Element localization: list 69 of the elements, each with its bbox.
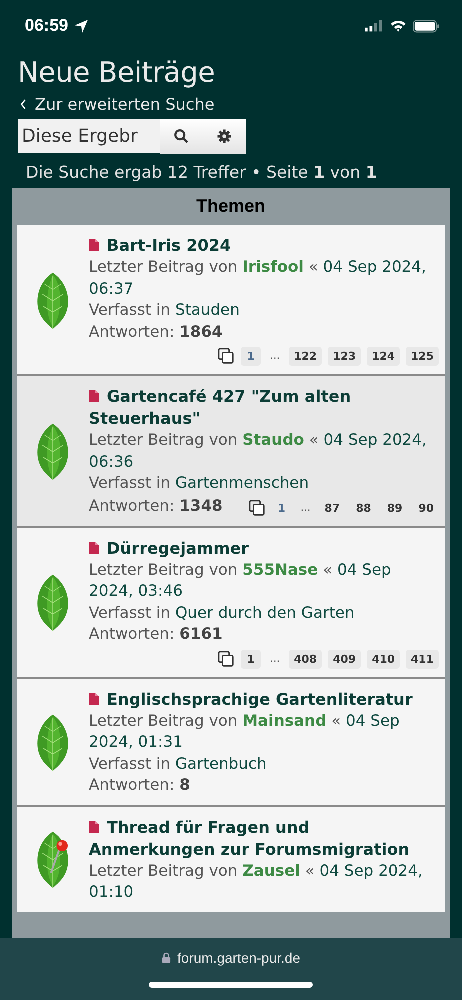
forum-link[interactable]: Stauden bbox=[175, 301, 240, 319]
last-post-info: Letzter Beitrag von 555Nase « 04 Sep 2024, 03:46 bbox=[89, 560, 392, 602]
forum-info: Verfasst in Gartenmenschen bbox=[89, 473, 310, 494]
page-link[interactable]: 409 bbox=[328, 650, 362, 668]
page-link[interactable]: 410 bbox=[367, 650, 400, 668]
battery-icon bbox=[413, 20, 440, 32]
author-link[interactable]: Irisfool bbox=[242, 258, 304, 276]
url-field[interactable]: forum.garten-pur.de bbox=[162, 950, 300, 966]
pages-icon bbox=[218, 348, 236, 365]
pages-icon bbox=[218, 650, 236, 668]
topic-title-link[interactable]: Gartencafé 427 "Zum alten Steuerhaus" bbox=[89, 386, 439, 430]
search-button[interactable] bbox=[160, 119, 203, 154]
last-post-info: Letzter Beitrag von Zausel « 04 Sep 2024, 01:10 bbox=[89, 860, 424, 903]
document-icon bbox=[89, 390, 99, 402]
document-icon bbox=[89, 820, 99, 832]
document-icon bbox=[89, 239, 99, 251]
reply-count: Antworten: 6161 bbox=[89, 624, 223, 645]
author-link[interactable]: 555Nase bbox=[242, 560, 318, 578]
search-field[interactable]: Diese Ergebr bbox=[18, 119, 160, 153]
forum-link[interactable]: Gartenbuch bbox=[175, 754, 267, 772]
page-link[interactable]: 411 bbox=[406, 650, 439, 668]
settings-button[interactable] bbox=[203, 119, 246, 154]
page-link[interactable]: 125 bbox=[406, 347, 439, 366]
page-ellipsis: … bbox=[269, 654, 282, 664]
results-summary: Die Suche ergab 12 Treffer • Seite 1 von 1 bbox=[26, 163, 378, 182]
topic-row[interactable]: Gartencafé 427 "Zum alten Steuerhaus" Letzter Beitrag von Staudo « 04 Sep 2024, 06:36 Verfasst in Gartenmenschen Antworten: 1348 1 … 87 88 89 90 bbox=[17, 374, 445, 526]
forum-info: Verfasst in Gartenbuch bbox=[89, 754, 268, 774]
wifi-icon bbox=[390, 20, 407, 32]
chevron-left-icon bbox=[20, 99, 27, 110]
page-link[interactable]: 408 bbox=[289, 650, 322, 668]
topic-row[interactable]: Thread für Fragen und Anmerkungen zur Forumsmigration Letzter Beitrag von Zausel « 04 Sep 2024, 01:10 bbox=[17, 804, 445, 912]
forum-link[interactable]: Gartenmenschen bbox=[175, 474, 310, 492]
document-icon bbox=[89, 542, 99, 554]
location-arrow-icon bbox=[74, 18, 90, 34]
last-post-info: Letzter Beitrag von Staudo « 04 Sep 2024, 06:36 bbox=[89, 430, 428, 472]
page-ellipsis: … bbox=[269, 351, 282, 362]
lock-icon bbox=[162, 952, 171, 964]
author-link[interactable]: Zausel bbox=[242, 862, 300, 880]
document-icon bbox=[89, 692, 99, 704]
search-icon bbox=[174, 129, 189, 144]
signal-icon bbox=[365, 20, 384, 32]
forum-info: Verfasst in Stauden bbox=[89, 300, 241, 321]
reply-count: Antworten: 1864 bbox=[89, 322, 223, 342]
reply-count: Antworten: 1348 bbox=[89, 496, 223, 517]
topic-row[interactable]: Dürregejammer Letzter Beitrag von 555Nase « 04 Sep 2024, 03:46 Verfasst in Quer durch den Garten Antworten: 6161 1 … 408 409 410 411 bbox=[17, 526, 445, 676]
forum-info: Verfasst in Quer durch den Garten bbox=[89, 602, 356, 624]
topic-title-link[interactable]: Bart-Iris 2024 bbox=[89, 235, 439, 257]
page-link[interactable]: 124 bbox=[367, 347, 400, 366]
reply-count: Antworten: 8 bbox=[89, 775, 190, 796]
page-link[interactable]: 1 bbox=[241, 650, 262, 668]
author-link[interactable]: Mainsand bbox=[242, 712, 327, 730]
page-link[interactable]: 1 bbox=[241, 347, 262, 366]
pages-icon bbox=[248, 500, 266, 516]
last-post-info: Letzter Beitrag von Irisfool « 04 Sep 2024, 06:37 bbox=[89, 257, 428, 300]
column-header: Themen bbox=[195, 195, 266, 218]
page-ellipsis: … bbox=[300, 502, 312, 514]
advanced-search-link[interactable]: Zur erweiterten Suche bbox=[20, 95, 215, 114]
forum-link[interactable]: Quer durch den Garten bbox=[175, 604, 355, 622]
topic-row[interactable]: Englischsprachige Gartenliteratur Letzter Beitrag von Mainsand « 04 Sep 2024, 01:31 Verfasst in Gartenbuch Antworten: 8 bbox=[17, 676, 445, 804]
page-title: Neue Beiträge bbox=[18, 56, 216, 89]
topic-title-link[interactable]: Thread für Fragen und Anmerkungen zur Forumsmigration bbox=[89, 816, 439, 860]
settings-icon bbox=[217, 129, 232, 144]
topic-title-link[interactable]: Englischsprachige Gartenliteratur bbox=[89, 688, 439, 710]
status-time: 06:59 bbox=[25, 16, 68, 36]
topic-title-link[interactable]: Dürregejammer bbox=[89, 538, 439, 560]
page-link[interactable]: 122 bbox=[289, 347, 322, 366]
topic-row[interactable]: Bart-Iris 2024 Letzter Beitrag von Irisfool « 04 Sep 2024, 06:37 Verfasst in Stauden Antworten: 1864 1 … 122 123 124 125 bbox=[17, 225, 445, 374]
last-post-info: Letzter Beitrag von Mainsand « 04 Sep 2024, 01:31 bbox=[89, 710, 401, 753]
page-link[interactable]: 123 bbox=[328, 347, 362, 366]
